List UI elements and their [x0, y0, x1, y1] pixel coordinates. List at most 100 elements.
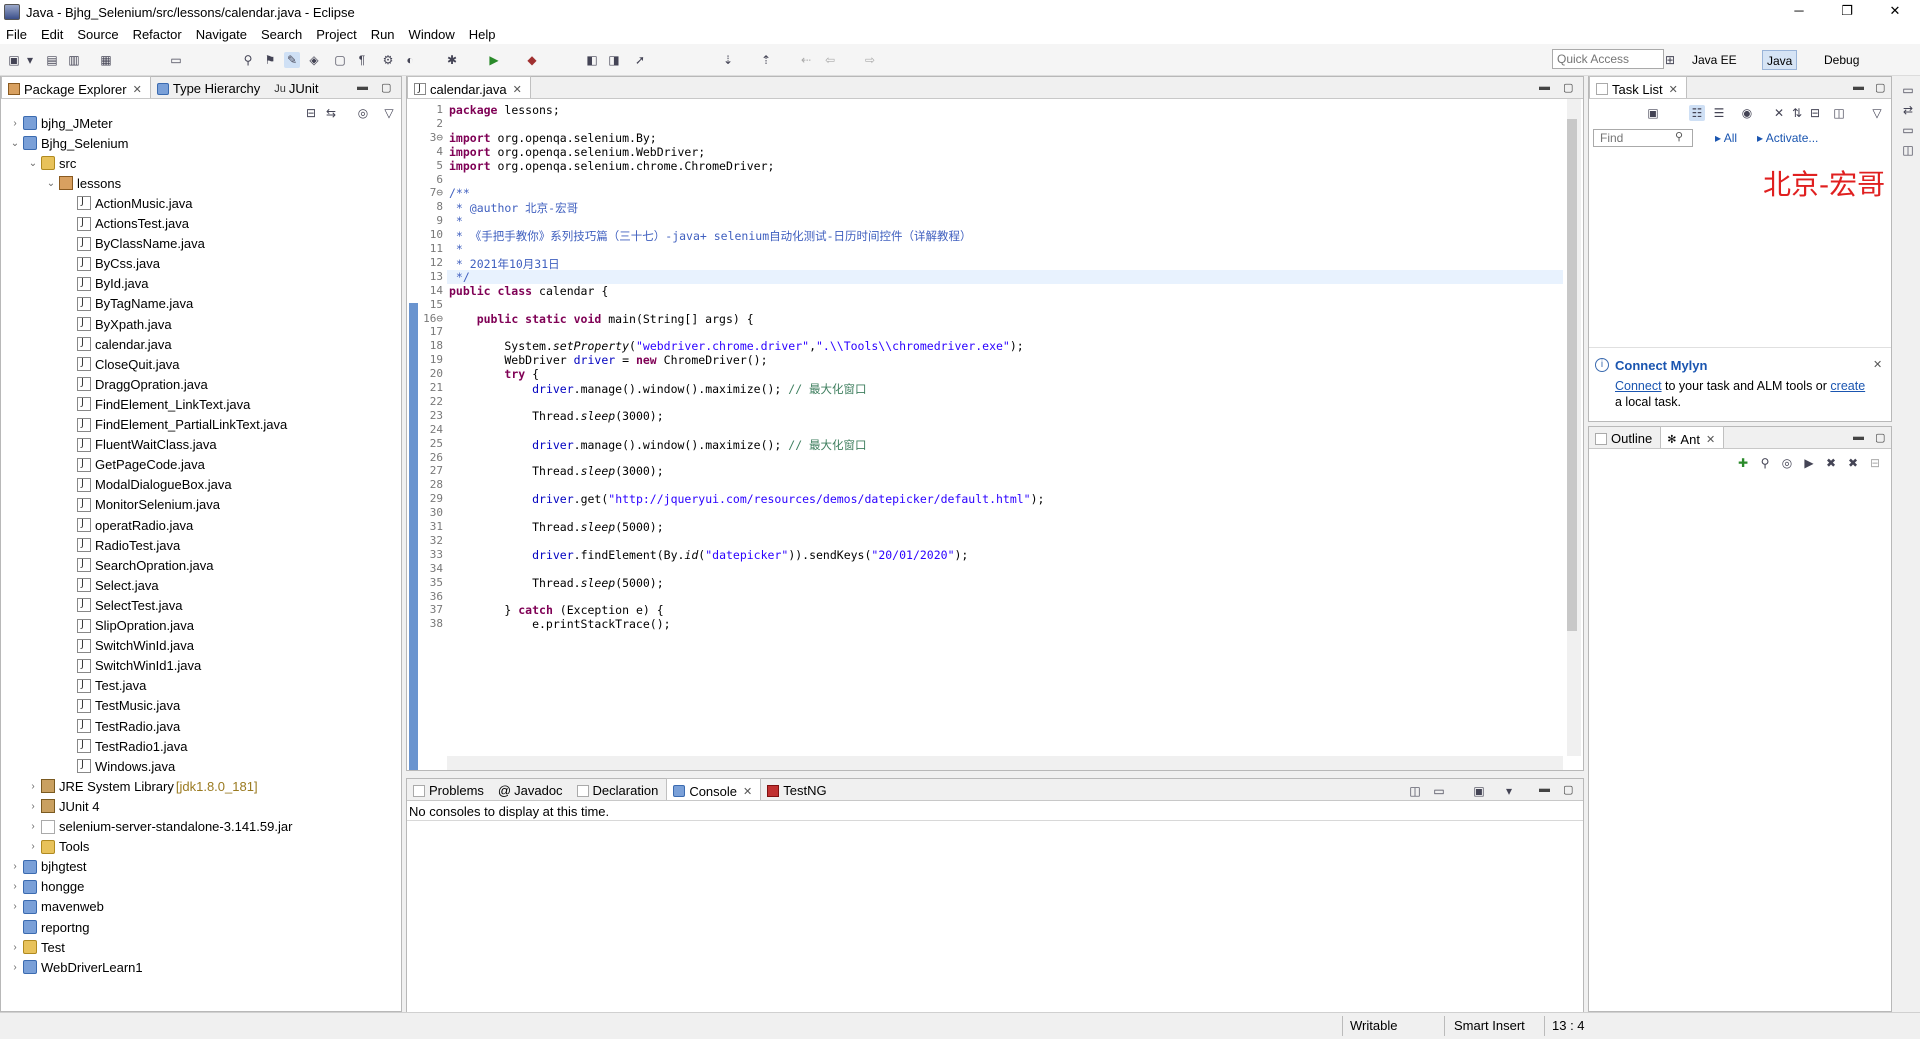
- chevron-right-icon[interactable]: ›: [9, 861, 21, 872]
- pin-icon[interactable]: ➚: [632, 52, 648, 68]
- code-line[interactable]: public class calendar {: [449, 284, 608, 298]
- code-line[interactable]: driver.findElement(By.id("datepicker")).…: [449, 548, 968, 562]
- maximize-view-icon[interactable]: ▢: [1563, 81, 1573, 94]
- menu-project[interactable]: Project: [316, 27, 356, 42]
- tab-testng[interactable]: TestNG: [761, 778, 834, 800]
- tree-item[interactable]: ⌄ src: [27, 153, 77, 173]
- scrollbar-thumb[interactable]: [1567, 119, 1577, 631]
- chevron-right-icon[interactable]: ›: [9, 942, 21, 953]
- close-icon[interactable]: ✕: [1669, 83, 1678, 96]
- tree-item[interactable]: operatRadio.java: [63, 515, 193, 535]
- repositories-icon[interactable]: ◫: [1831, 105, 1847, 121]
- tab-ant[interactable]: ✻ Ant ✕: [1660, 426, 1725, 448]
- chevron-down-icon[interactable]: ⌄: [45, 178, 57, 189]
- close-icon[interactable]: ✕: [1873, 358, 1882, 371]
- connect-link[interactable]: Connect: [1615, 379, 1662, 393]
- tree-item[interactable]: SwitchWinId1.java: [63, 656, 201, 676]
- save-all-icon[interactable]: ▥: [66, 52, 82, 68]
- tree-item[interactable]: ByClassName.java: [63, 234, 205, 254]
- view-menu-icon[interactable]: ▽: [381, 105, 397, 121]
- tab-console[interactable]: Console ✕: [666, 778, 762, 800]
- remove-icon[interactable]: ✖: [1823, 455, 1839, 471]
- chevron-right-icon[interactable]: ›: [27, 841, 39, 852]
- tree-item[interactable]: Windows.java: [63, 756, 175, 776]
- tree-item[interactable]: TestRadio1.java: [63, 736, 188, 756]
- chevron-right-icon[interactable]: ›: [27, 821, 39, 832]
- tree-item[interactable]: SelectTest.java: [63, 595, 182, 615]
- hide-completed-icon[interactable]: ◉: [1739, 105, 1755, 121]
- maximize-view-icon[interactable]: ▢: [1875, 431, 1885, 444]
- tree-item[interactable]: TestRadio.java: [63, 716, 180, 736]
- chevron-right-icon[interactable]: ›: [27, 801, 39, 812]
- search-tool-icon[interactable]: ⚲: [240, 52, 256, 68]
- tree-item[interactable]: FindElement_PartialLinkText.java: [63, 415, 287, 435]
- hide-internal-icon[interactable]: ◎: [1779, 455, 1795, 471]
- editor-horizontal-scrollbar[interactable]: [447, 756, 1563, 770]
- new-java-project-icon[interactable]: ◧: [584, 52, 600, 68]
- tree-item[interactable]: › JUnit 4: [27, 796, 99, 816]
- menu-file[interactable]: File: [6, 27, 27, 42]
- maximize-view-icon[interactable]: ▢: [381, 81, 391, 94]
- tab-calendar-java[interactable]: calendar.java ✕: [407, 76, 531, 98]
- new-task-icon[interactable]: ▣: [1645, 105, 1661, 121]
- tree-item[interactable]: ModalDialogueBox.java: [63, 475, 232, 495]
- tab-junit[interactable]: Ju JUnit: [268, 76, 326, 98]
- minimize-button[interactable]: ─: [1776, 0, 1822, 24]
- tree-item[interactable]: ByTagName.java: [63, 294, 193, 314]
- tree-item[interactable]: GetPageCode.java: [63, 455, 205, 475]
- code-line[interactable]: *: [449, 214, 463, 228]
- tab-declaration[interactable]: Declaration: [571, 778, 667, 800]
- chevron-right-icon[interactable]: ›: [9, 118, 21, 129]
- close-icon[interactable]: ✕: [513, 83, 522, 96]
- tree-item[interactable]: › bjhg_JMeter: [9, 113, 112, 133]
- menu-window[interactable]: Window: [409, 27, 455, 42]
- new-icon[interactable]: ▣: [6, 52, 22, 68]
- console-toggle-icon[interactable]: ▭: [168, 52, 184, 68]
- activate-link[interactable]: ▸ Activate...: [1757, 131, 1818, 145]
- tree-item[interactable]: › Test: [9, 937, 65, 957]
- tree-item[interactable]: Select.java: [63, 575, 159, 595]
- tree-item[interactable]: › JRE System Library [jdk1.8.0_181]: [27, 776, 257, 796]
- tab-problems[interactable]: Problems: [407, 778, 492, 800]
- outline-view-icon[interactable]: ◫: [1900, 142, 1916, 158]
- code-line[interactable]: WebDriver driver = new ChromeDriver();: [449, 353, 767, 367]
- tree-item[interactable]: DraggOpration.java: [63, 374, 208, 394]
- perspective-debug[interactable]: Debug: [1820, 50, 1863, 70]
- tree-item[interactable]: › hongge: [9, 877, 84, 897]
- block-selection-icon[interactable]: ▢: [332, 52, 348, 68]
- next-edit-icon[interactable]: ⇣: [720, 52, 736, 68]
- dropdown-icon[interactable]: ▾: [22, 52, 38, 68]
- code-line[interactable]: } catch (Exception e) {: [449, 603, 663, 617]
- view-menu-icon[interactable]: ▾: [1501, 783, 1517, 799]
- menu-navigate[interactable]: Navigate: [196, 27, 247, 42]
- minimize-view-icon[interactable]: ▬: [1853, 81, 1864, 93]
- forward-icon[interactable]: ⇨: [862, 52, 878, 68]
- chevron-down-icon[interactable]: ⌄: [9, 138, 21, 149]
- tree-item[interactable]: ActionMusic.java: [63, 193, 193, 213]
- scheduled-icon[interactable]: ☰: [1711, 105, 1727, 121]
- close-icon[interactable]: ✕: [743, 785, 752, 798]
- tree-item[interactable]: › mavenweb: [9, 897, 104, 917]
- display-console-icon[interactable]: ▭: [1431, 783, 1447, 799]
- mark-occurrences-icon[interactable]: ✎: [284, 52, 300, 68]
- code-line[interactable]: e.printStackTrace();: [449, 617, 670, 631]
- remove-all-icon[interactable]: ✖: [1845, 455, 1861, 471]
- tree-item[interactable]: Test.java: [63, 676, 146, 696]
- perspective-java[interactable]: Java: [1762, 50, 1798, 70]
- focus-workweek-icon[interactable]: ✕: [1771, 105, 1787, 121]
- maximize-view-icon[interactable]: ▢: [1875, 81, 1885, 94]
- tree-item[interactable]: TestMusic.java: [63, 696, 180, 716]
- restore-icon[interactable]: ▭: [1900, 82, 1916, 98]
- code-line[interactable]: import org.openqa.selenium.chrome.Chrome…: [449, 159, 774, 173]
- code-line[interactable]: try {: [449, 367, 539, 381]
- synchronize-icon[interactable]: ⇅: [1789, 105, 1805, 121]
- show-whitespace-icon[interactable]: ¶: [354, 52, 370, 68]
- collapse-tasks-icon[interactable]: ⊟: [1807, 105, 1823, 121]
- maximize-button[interactable]: ❐: [1824, 0, 1870, 24]
- tree-item[interactable]: › WebDriverLearn1: [9, 957, 142, 977]
- tree-item[interactable]: › selenium-server-standalone-3.141.59.jar: [27, 817, 292, 837]
- tree-item[interactable]: SearchOpration.java: [63, 555, 214, 575]
- chevron-right-icon[interactable]: ›: [9, 901, 21, 912]
- tree-item[interactable]: SlipOpration.java: [63, 616, 194, 636]
- external-tools-icon[interactable]: ◆: [524, 52, 540, 68]
